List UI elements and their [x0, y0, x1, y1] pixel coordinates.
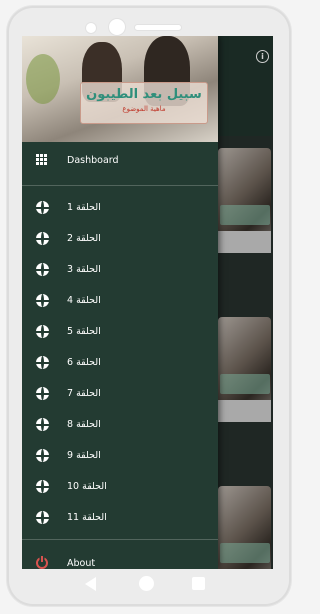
card-thumbnail-text [220, 205, 270, 225]
system-navigation-bar [22, 569, 273, 599]
app-screen: i سبيل بعد الطيبون ماهية الموضوع Dashboa… [22, 36, 273, 569]
globe-icon [36, 449, 49, 462]
front-camera [109, 19, 125, 35]
menu-item-label: الحلقة 10 [67, 481, 107, 492]
menu-item-label: الحلقة 2 [67, 233, 101, 244]
episode-card[interactable] [218, 486, 271, 569]
globe-icon [36, 387, 49, 400]
menu-item-label: الحلقة 8 [67, 419, 101, 430]
menu-item-episode[interactable]: الحلقة 2 [22, 223, 218, 254]
globe-icon [36, 356, 49, 369]
header-decoration [26, 54, 60, 104]
globe-icon [36, 480, 49, 493]
menu-item-episode[interactable]: الحلقة 1 [22, 192, 218, 223]
menu-item-label: Dashboard [67, 155, 119, 166]
banner-subtitle: ماهية الموضوع [122, 105, 166, 113]
menu-item-label: الحلقة 11 [67, 512, 107, 523]
drawer-menu: Dashboard الحلقة 1 الحلقة 2 الحلقة 3 الح… [22, 142, 218, 569]
drawer-header-image: سبيل بعد الطيبون ماهية الموضوع [22, 36, 218, 142]
menu-item-label: About [67, 558, 96, 569]
card-thumbnail-text [220, 374, 270, 394]
menu-item-episode[interactable]: الحلقة 4 [22, 285, 218, 316]
menu-item-episode[interactable]: الحلقة 7 [22, 378, 218, 409]
navigation-drawer: سبيل بعد الطيبون ماهية الموضوع Dashboard… [22, 36, 218, 569]
header-banner: سبيل بعد الطيبون ماهية الموضوع [80, 82, 208, 124]
menu-item-label: الحلقة 6 [67, 357, 101, 368]
globe-icon [36, 263, 49, 276]
card-footer [218, 400, 271, 422]
menu-item-label: الحلقة 4 [67, 295, 101, 306]
menu-divider [22, 539, 218, 540]
menu-item-label: الحلقة 5 [67, 326, 101, 337]
power-icon [36, 556, 48, 569]
episode-card[interactable] [218, 317, 271, 422]
menu-item-label: الحلقة 3 [67, 264, 101, 275]
globe-icon [36, 294, 49, 307]
menu-item-episode[interactable]: الحلقة 10 [22, 471, 218, 502]
card-footer [218, 231, 271, 253]
globe-icon [36, 418, 49, 431]
menu-item-label: الحلقة 7 [67, 388, 101, 399]
menu-item-episode[interactable]: الحلقة 8 [22, 409, 218, 440]
card-thumbnail-text [220, 543, 270, 563]
home-icon[interactable] [139, 576, 154, 591]
globe-icon [36, 325, 49, 338]
menu-item-episode[interactable]: الحلقة 9 [22, 440, 218, 471]
globe-icon [36, 201, 49, 214]
menu-divider [22, 185, 218, 186]
menu-item-label: الحلقة 9 [67, 450, 101, 461]
speaker-grille [135, 25, 181, 30]
menu-item-episode[interactable]: الحلقة 6 [22, 347, 218, 378]
info-icon[interactable]: i [256, 50, 269, 63]
menu-item-episode[interactable]: الحلقة 11 [22, 502, 218, 533]
back-icon[interactable] [85, 577, 96, 591]
menu-item-episode[interactable]: الحلقة 5 [22, 316, 218, 347]
globe-icon [36, 232, 49, 245]
menu-item-dashboard[interactable]: Dashboard [22, 142, 218, 179]
recent-apps-icon[interactable] [192, 577, 205, 590]
globe-icon [36, 511, 49, 524]
banner-title: سبيل بعد الطيبون [86, 87, 202, 102]
front-camera-small [86, 23, 96, 33]
menu-item-episode[interactable]: الحلقة 3 [22, 254, 218, 285]
menu-item-label: الحلقة 1 [67, 202, 101, 213]
grid-icon [36, 154, 49, 167]
menu-item-about[interactable]: About [22, 546, 218, 569]
episode-card[interactable] [218, 148, 271, 253]
